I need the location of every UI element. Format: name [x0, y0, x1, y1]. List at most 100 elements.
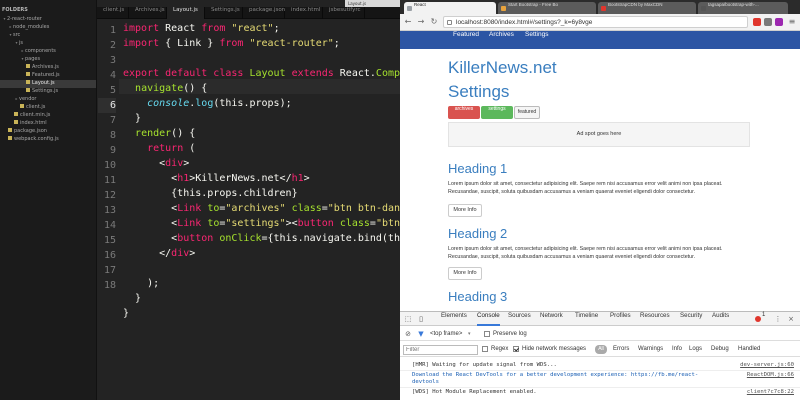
hide-network-label: Hide network messages: [522, 346, 587, 352]
code-token: >: [303, 173, 310, 184]
filter-input[interactable]: [403, 345, 478, 355]
preserve-log-checkbox[interactable]: [484, 331, 490, 337]
nav-link-featured[interactable]: Featured: [453, 31, 479, 49]
tree-folder[interactable]: ▾ 2-react-router: [0, 16, 96, 24]
level-errors[interactable]: Errors: [613, 342, 629, 357]
console-source-link[interactable]: client?c7c8:22: [747, 389, 794, 395]
devtools-tab-network[interactable]: Network: [540, 312, 563, 326]
url-field[interactable]: localhost:8080/index.html#/settings?_k=6…: [443, 16, 748, 28]
level-logs[interactable]: Logs: [689, 342, 702, 357]
devtools-tab-security[interactable]: Security: [680, 312, 702, 326]
tree-folder[interactable]: ▾ js: [0, 40, 96, 48]
error-icon[interactable]: [755, 316, 761, 322]
tree-folder[interactable]: ▸ node_modules: [0, 24, 96, 32]
file-icon: [8, 128, 12, 132]
file-icon: [14, 112, 18, 116]
editor-tab[interactable]: Layout.js: [167, 7, 205, 19]
clear-console-icon[interactable]: ⊘: [404, 330, 412, 338]
code-line: </div>: [123, 248, 195, 263]
editor-tab[interactable]: Settings.js: [205, 7, 243, 19]
tree-file[interactable]: index.html: [0, 120, 96, 128]
code-area[interactable]: import React from "react"; import { Link …: [123, 19, 400, 400]
tree-file[interactable]: package.json: [0, 128, 96, 136]
more-info-button[interactable]: More Info: [448, 204, 482, 217]
tree-file[interactable]: Layout.js: [0, 80, 96, 88]
more-options-icon[interactable]: ⋮: [774, 315, 782, 323]
code-token: button: [177, 233, 214, 244]
level-info[interactable]: Info: [672, 342, 682, 357]
extension-icon[interactable]: [764, 18, 772, 26]
featured-button[interactable]: featured: [514, 106, 540, 119]
code-token: console: [147, 98, 190, 109]
inspect-icon[interactable]: ⬚: [404, 315, 412, 323]
favicon-icon: [501, 6, 506, 11]
level-warnings[interactable]: Warnings: [638, 342, 663, 357]
nav-link-archives[interactable]: Archives: [489, 31, 514, 49]
devtools-tab-profiles[interactable]: Profiles: [610, 312, 631, 326]
more-info-button[interactable]: More Info: [448, 267, 482, 280]
page-title: Settings: [448, 82, 510, 101]
tree-file[interactable]: webpack.config.js: [0, 136, 96, 144]
filter-icon[interactable]: ▼: [417, 330, 425, 338]
context-selector[interactable]: <top frame>: [430, 327, 462, 341]
tree-folder[interactable]: ▾ src: [0, 32, 96, 40]
tree-folder[interactable]: ▸ components: [0, 48, 96, 56]
regex-checkbox[interactable]: [482, 346, 488, 352]
extension-icon[interactable]: [753, 18, 761, 26]
devtools-tab-audits[interactable]: Audits: [712, 312, 729, 326]
error-count[interactable]: 1: [762, 312, 765, 326]
level-debug[interactable]: Debug: [711, 342, 729, 357]
code-token: Component: [375, 68, 400, 79]
tree-file[interactable]: client.js: [0, 104, 96, 112]
code-token: (this.props);: [213, 98, 292, 109]
editor-tab[interactable]: Archives.js: [129, 7, 167, 19]
file-icon: [26, 80, 30, 84]
browser-tab-label: Start Bootstrap - Free Bo: [508, 2, 559, 7]
extension-icon[interactable]: [775, 18, 783, 26]
browser-tab[interactable]: tagsapa/bootstrap-with-...: [698, 2, 788, 14]
page-info-icon[interactable]: [447, 20, 452, 25]
code-line: <button onClick={this.navigate.bind(this…: [123, 233, 400, 248]
line-number: 10: [103, 160, 116, 171]
editor-tab[interactable]: index.html: [285, 7, 323, 19]
section-body: Lorem ipsum dolor sit amet, consectetur …: [448, 246, 723, 260]
editor-tab[interactable]: client.js: [97, 7, 129, 19]
tree-file[interactable]: Settings.js: [0, 88, 96, 96]
level-all[interactable]: All: [595, 345, 607, 354]
devtools-tab-timeline[interactable]: Timeline: [575, 312, 598, 326]
menu-icon[interactable]: ≡: [787, 17, 797, 27]
code-editor-window: FOLDERS ▾ 2-react-router ▸ node_modules ▾ src…: [0, 0, 400, 400]
browser-tab[interactable]: BootstrapCDN by MaxCDN: [598, 2, 696, 14]
console-source-link[interactable]: ReactDOM.js:66: [747, 372, 794, 378]
tree-file[interactable]: Archives.js: [0, 64, 96, 72]
tree-file[interactable]: Featured.js: [0, 72, 96, 80]
code-token: div: [171, 248, 190, 259]
chevron-down-icon[interactable]: ▾: [468, 327, 471, 341]
editor-tab[interactable]: package.json: [243, 7, 285, 19]
tree-folder[interactable]: ▸ vendor: [0, 96, 96, 104]
devtools-tab-sources[interactable]: Sources: [508, 312, 531, 326]
tree-label: vendor: [19, 96, 37, 102]
tree-folder[interactable]: ▾ pages: [0, 56, 96, 64]
code-token: >: [183, 158, 190, 169]
browser-tab[interactable]: React: [404, 2, 496, 14]
console-source-link[interactable]: dev-server.js:60: [740, 362, 794, 368]
browser-tab[interactable]: Start Bootstrap - Free Bo: [498, 2, 596, 14]
device-mode-icon[interactable]: ▯: [417, 315, 425, 323]
devtools-tab-elements[interactable]: Elements: [441, 312, 467, 326]
back-icon[interactable]: ←: [403, 17, 413, 27]
devtools-tab-resources[interactable]: Resources: [640, 312, 670, 326]
devtools-tab-console[interactable]: Console: [477, 312, 500, 326]
tree-file[interactable]: client.min.js: [0, 112, 96, 120]
editor-tab[interactable]: jsbesutifyrc: [323, 7, 365, 19]
forward-icon[interactable]: →: [416, 17, 426, 27]
code-token: (: [183, 143, 196, 154]
browser-window: React Start Bootstrap - Free Bo BootstrapC…: [400, 0, 800, 400]
archives-button[interactable]: archives: [448, 106, 480, 119]
reload-icon[interactable]: ↻: [429, 17, 439, 27]
close-icon[interactable]: ×: [787, 315, 795, 323]
settings-button[interactable]: settings: [481, 106, 513, 119]
hide-network-checkbox[interactable]: [513, 346, 519, 352]
level-handled[interactable]: Handled: [738, 342, 760, 357]
nav-link-settings[interactable]: Settings: [525, 31, 549, 49]
